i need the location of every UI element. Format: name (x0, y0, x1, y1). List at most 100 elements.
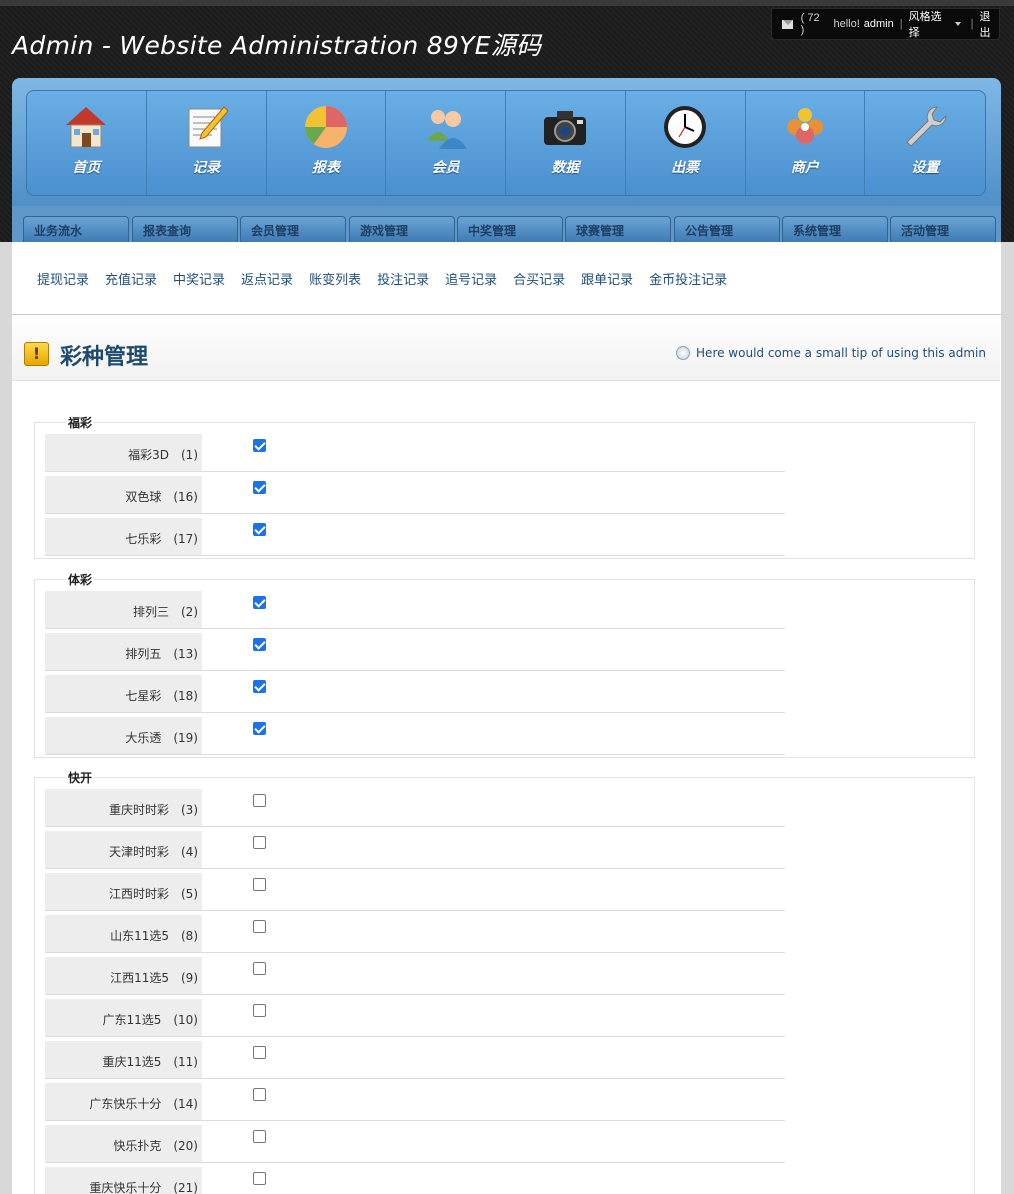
lottery-row: 双色球 (16) (45, 476, 785, 514)
tab-notice-management[interactable]: 公告管理 (674, 216, 780, 242)
lottery-enabled-checkbox[interactable] (253, 962, 266, 975)
lottery-enabled-checkbox[interactable] (253, 878, 266, 891)
lottery-name-cell: 快乐扑克 (20) (45, 1125, 202, 1162)
tab-game-management[interactable]: 游戏管理 (349, 216, 455, 242)
icon-nav: 首页 记录 报表 会员 数据 出票 商户 设置 (26, 90, 986, 196)
nav-item-tickets[interactable]: 出票 (626, 91, 746, 195)
lottery-enabled-checkbox[interactable] (253, 1172, 266, 1185)
icon-nav-panel: 首页 记录 报表 会员 数据 出票 商户 设置 (12, 78, 1001, 206)
subnav-link-chase[interactable]: 追号记录 (445, 269, 497, 288)
pie-chart-icon (304, 106, 347, 148)
lottery-name-cell: 七乐彩 (17) (45, 518, 202, 555)
nav-item-home[interactable]: 首页 (27, 91, 147, 195)
lottery-row: 重庆快乐十分 (21) (45, 1167, 785, 1194)
site-title: Admin - Website Administration 89YE源码 (12, 31, 542, 60)
lottery-name-cell: 广东11选5 (10) (45, 999, 202, 1036)
lottery-enabled-checkbox[interactable] (253, 1088, 266, 1101)
camera-icon (544, 111, 587, 145)
sub-nav: 提现记录 充值记录 中奖记录 返点记录 账变列表 投注记录 追号记录 合买记录 … (12, 242, 1001, 315)
nav-label: 首页 (72, 160, 101, 176)
lottery-enabled-checkbox[interactable] (253, 722, 266, 735)
lottery-row: 江西时时彩 (5) (45, 873, 785, 911)
tab-report-query[interactable]: 报表查询 (132, 216, 238, 242)
lottery-enabled-checkbox[interactable] (253, 1046, 266, 1059)
lottery-row: 广东11选5 (10) (45, 999, 785, 1037)
lottery-name-cell: 广东快乐十分 (14) (45, 1083, 202, 1120)
lottery-name-cell: 山东11选5 (8) (45, 915, 202, 952)
lottery-enabled-checkbox[interactable] (253, 481, 266, 494)
lottery-enabled-checkbox[interactable] (253, 836, 266, 849)
lottery-row: 天津时时彩 (4) (45, 831, 785, 869)
page-title: 彩种管理 (60, 345, 149, 370)
lottery-enabled-checkbox[interactable] (253, 439, 266, 452)
subnav-link-group-buy[interactable]: 合买记录 (513, 269, 565, 288)
nav-item-settings[interactable]: 设置 (865, 91, 985, 195)
lottery-row: 七星彩 (18) (45, 675, 785, 713)
subnav-link-recharge[interactable]: 充值记录 (105, 269, 157, 288)
logout-link[interactable]: 退出 (979, 8, 999, 40)
lottery-row: 福彩3D (1) (45, 434, 785, 472)
subnav-link-bets[interactable]: 投注记录 (377, 269, 429, 288)
users-icon (426, 110, 467, 149)
nav-item-data[interactable]: 数据 (506, 91, 626, 195)
lottery-name-cell: 天津时时彩 (4) (45, 831, 202, 868)
group-label: 快开 (67, 769, 94, 786)
nav-item-merchants[interactable]: 商户 (746, 91, 866, 195)
mail-count[interactable]: ( 72 ) (801, 12, 824, 36)
nav-label: 记录 (192, 160, 221, 176)
tip-text: Here would come a small tip of using thi… (696, 346, 986, 360)
nav-item-records[interactable]: 记录 (147, 91, 267, 195)
mail-icon[interactable] (782, 19, 793, 29)
lottery-enabled-checkbox[interactable] (253, 596, 266, 609)
lottery-enabled-checkbox[interactable] (253, 920, 266, 933)
user-box: ( 72 ) hello! admin | 风格选择 | 退出 (771, 8, 1000, 40)
subnav-link-rebate[interactable]: 返点记录 (241, 269, 293, 288)
tab-business-flow[interactable]: 业务流水 (23, 216, 129, 242)
greeting: hello! (833, 18, 860, 30)
lottery-name-cell: 排列五 (13) (45, 633, 202, 670)
lottery-row: 重庆11选5 (11) (45, 1041, 785, 1079)
nav-item-reports[interactable]: 报表 (267, 91, 387, 195)
tab-member-management[interactable]: 会员管理 (240, 216, 346, 242)
lottery-enabled-checkbox[interactable] (253, 680, 266, 693)
lottery-enabled-checkbox[interactable] (253, 794, 266, 807)
divider: | (970, 18, 974, 30)
style-select-link[interactable]: 风格选择 (909, 8, 948, 40)
nav-item-members[interactable]: 会员 (386, 91, 506, 195)
subnav-link-prize[interactable]: 中奖记录 (173, 269, 225, 288)
lightbulb-icon (676, 346, 691, 360)
lottery-row: 大乐透 (19) (45, 717, 785, 755)
lottery-name-cell: 七星彩 (18) (45, 675, 202, 712)
group-label: 体彩 (67, 571, 94, 588)
subnav-link-account-changes[interactable]: 账变列表 (309, 269, 361, 288)
notepad-icon (188, 106, 229, 148)
subnav-link-follow[interactable]: 跟单记录 (581, 269, 633, 288)
lottery-name-cell: 江西11选5 (9) (45, 957, 202, 994)
tab-system-management[interactable]: 系统管理 (782, 216, 888, 242)
main-content: ! 彩种管理 Here would come a small tip of us… (12, 315, 1001, 1194)
nav-label: 设置 (911, 160, 940, 176)
username-link[interactable]: admin (864, 18, 894, 30)
lottery-group-welfare: 福彩 福彩3D (1) 双色球 (16) 七乐彩 (17) (34, 414, 975, 559)
chevron-down-icon[interactable] (954, 22, 961, 26)
tab-activity-management[interactable]: 活动管理 (890, 216, 996, 242)
tab-prize-management[interactable]: 中奖管理 (457, 216, 563, 242)
lottery-row: 山东11选5 (8) (45, 915, 785, 953)
tab-match-management[interactable]: 球赛管理 (565, 216, 671, 242)
subnav-link-coin-bets[interactable]: 金币投注记录 (649, 269, 727, 288)
lottery-row: 排列五 (13) (45, 633, 785, 671)
lottery-enabled-checkbox[interactable] (253, 1004, 266, 1017)
lottery-row: 重庆时时彩 (3) (45, 789, 785, 827)
page-header: ! 彩种管理 Here would come a small tip of us… (12, 315, 1000, 381)
lottery-row: 排列三 (2) (45, 591, 785, 629)
lottery-name-cell: 重庆快乐十分 (21) (45, 1167, 202, 1194)
lottery-enabled-checkbox[interactable] (253, 638, 266, 651)
subnav-link-withdraw[interactable]: 提现记录 (37, 269, 89, 288)
group-label: 福彩 (67, 414, 94, 431)
lottery-row: 江西11选5 (9) (45, 957, 785, 995)
lottery-group-quick: 快开 重庆时时彩 (3) 天津时时彩 (4) 江西时时彩 (5) 山东11选5 (8) … (34, 769, 975, 1194)
lottery-name-cell: 双色球 (16) (45, 476, 202, 513)
clock-icon (664, 106, 707, 148)
lottery-enabled-checkbox[interactable] (253, 523, 266, 536)
lottery-enabled-checkbox[interactable] (253, 1130, 266, 1143)
